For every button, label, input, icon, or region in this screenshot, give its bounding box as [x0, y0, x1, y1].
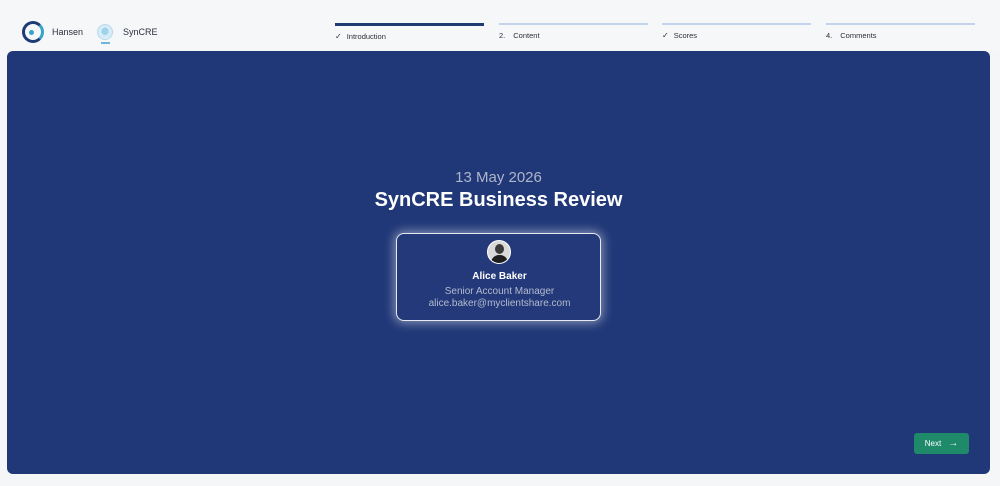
page-title: SynCRE Business Review	[374, 189, 623, 211]
arrow-right-icon: →	[948, 437, 959, 449]
step-bar	[335, 23, 484, 26]
step-bar	[826, 23, 975, 25]
step-number: 4.	[826, 31, 833, 40]
hansen-logo-icon	[22, 21, 44, 43]
syncre-logo-icon	[97, 24, 114, 44]
progress-steps: ✓ Introduction 2. Content ✓ Scores 4. Co…	[335, 23, 975, 43]
hansen-brand-name: Hansen	[52, 27, 84, 37]
step-label: Comments	[840, 31, 877, 40]
step-introduction[interactable]: ✓ Introduction	[335, 23, 484, 41]
next-button[interactable]: Next →	[914, 433, 969, 454]
next-button-label: Next	[924, 439, 942, 448]
avatar	[487, 240, 511, 264]
step-bar	[662, 23, 811, 25]
step-label: Scores	[673, 31, 698, 40]
contact-email: alice.baker@myclientshare.com	[428, 298, 571, 309]
syncre-brand-name: SynCRE	[123, 27, 158, 37]
step-comments[interactable]: 4. Comments	[826, 23, 975, 40]
contact-role: Senior Account Manager	[444, 286, 555, 297]
contact-card: Alice Baker Senior Account Manager alice…	[396, 233, 601, 321]
step-bar	[499, 23, 648, 25]
contact-name: Alice Baker	[472, 271, 527, 282]
top-bar: Hansen SynCRE ✓ Introduction 2. Content …	[0, 0, 1000, 50]
intro-panel: 13 May 2026 SynCRE Business Review Alice…	[7, 51, 990, 474]
review-date: 13 May 2026	[455, 169, 542, 186]
check-icon: ✓	[335, 31, 342, 41]
step-content[interactable]: 2. Content	[499, 23, 648, 40]
step-label: Content	[513, 31, 540, 40]
step-label: Introduction	[346, 32, 386, 41]
brand-area: Hansen SynCRE	[22, 20, 158, 44]
check-icon: ✓	[662, 30, 669, 40]
step-scores[interactable]: ✓ Scores	[662, 23, 811, 40]
step-number: 2.	[499, 31, 506, 40]
